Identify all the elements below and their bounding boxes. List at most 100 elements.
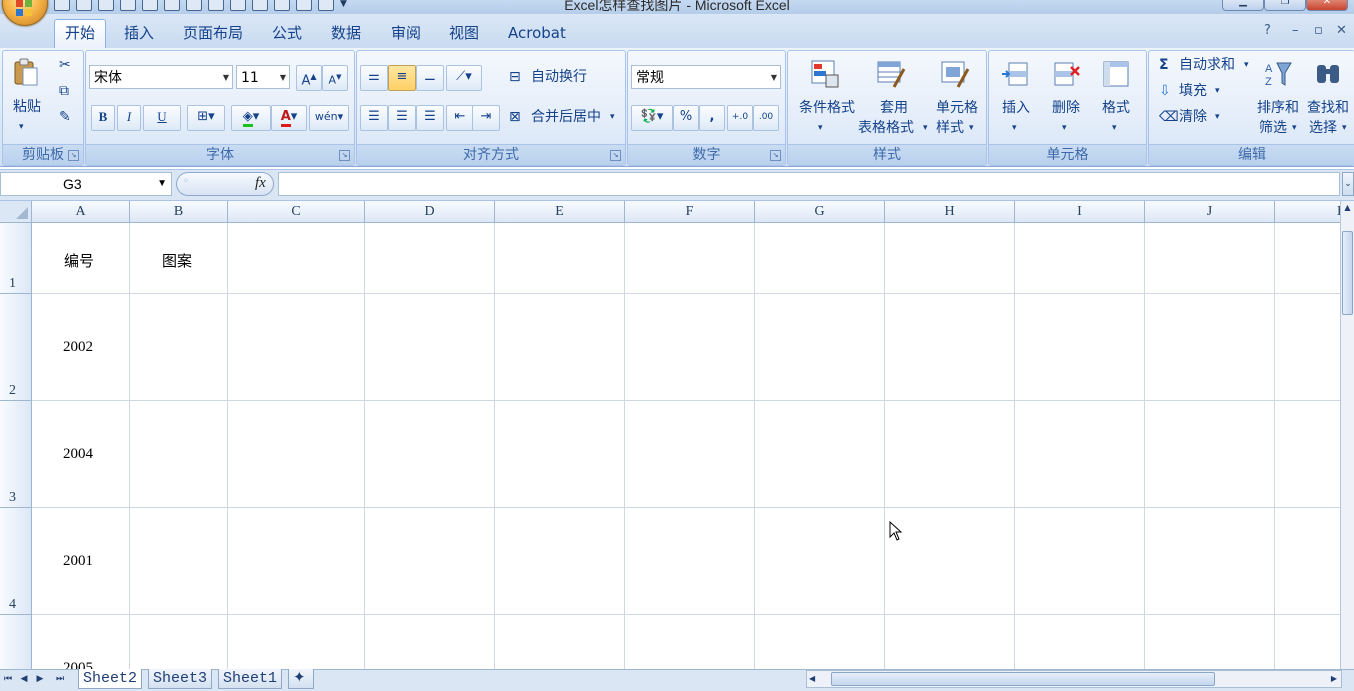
delete-cells-icon[interactable] <box>1051 59 1081 89</box>
workbook-restore-icon[interactable]: ▫ <box>1314 23 1323 38</box>
grow-font-button[interactable]: A▲ <box>296 65 322 91</box>
sigma-icon[interactable]: Σ <box>1159 55 1169 75</box>
alignment-launcher-icon[interactable]: ↘ <box>610 150 621 161</box>
conditional-format-icon[interactable] <box>810 59 840 89</box>
border-button[interactable]: ⊞▾ <box>187 105 225 131</box>
eraser-icon[interactable]: ⌫ <box>1159 107 1179 127</box>
workbook-close-icon[interactable]: ✕ <box>1336 23 1347 38</box>
delete-cells-button[interactable]: 删除 <box>1045 98 1087 118</box>
handle-icon[interactable]: ◦ <box>183 176 189 187</box>
align-left-button[interactable]: ☰ <box>360 105 388 131</box>
merge-center-button[interactable]: 合并后居中 <box>531 107 601 127</box>
shrink-font-button[interactable]: A▼ <box>322 65 348 91</box>
cell-a2[interactable]: 2002 <box>63 339 93 356</box>
paste-dropdown-icon[interactable]: ▾ <box>19 117 24 137</box>
tab-data[interactable]: 数据 <box>321 20 371 46</box>
number-format-select[interactable]: 常规 ▼ <box>631 65 781 89</box>
horizontal-scroll-thumb[interactable] <box>831 672 1215 686</box>
merge-center-icon[interactable]: ⊠ <box>509 107 521 127</box>
column-header-f[interactable]: F <box>625 201 755 223</box>
scroll-right-icon[interactable]: ▶ <box>1331 671 1337 687</box>
copy-icon[interactable]: ⧉ <box>59 81 69 101</box>
align-top-button[interactable]: ⚌ <box>360 65 388 91</box>
align-right-button[interactable]: ☰ <box>416 105 444 131</box>
sort-filter-icon[interactable]: A Z <box>1263 59 1293 89</box>
cell-styles-icon[interactable] <box>940 59 970 89</box>
orientation-button[interactable]: ⟋▾ <box>446 65 482 91</box>
align-middle-button[interactable]: ≡ <box>388 65 416 91</box>
last-sheet-icon[interactable]: ⏭ <box>54 671 66 687</box>
align-center-button[interactable]: ☰ <box>388 105 416 131</box>
tab-insert[interactable]: 插入 <box>114 20 164 46</box>
cell-a3[interactable]: 2004 <box>63 446 93 463</box>
insert-function-icon[interactable]: fx <box>255 175 266 192</box>
vertical-scrollbar[interactable]: ▲ <box>1340 201 1354 669</box>
tab-formulas[interactable]: 公式 <box>262 20 312 46</box>
paste-button[interactable]: 粘贴 <box>9 97 45 117</box>
next-sheet-icon[interactable]: ▶ <box>34 671 46 687</box>
format-as-table-button[interactable]: 套用 <box>872 98 916 118</box>
select-all-button[interactable] <box>0 201 32 223</box>
cell-styles-button[interactable]: 单元格 <box>932 98 982 118</box>
autosum-dropdown-icon[interactable]: ▾ <box>1244 55 1249 75</box>
tab-view[interactable]: 视图 <box>439 20 489 46</box>
row-header-5[interactable] <box>0 615 32 669</box>
find-select-button[interactable]: 查找和 <box>1305 98 1351 118</box>
clear-button[interactable]: 清除 <box>1179 107 1207 127</box>
italic-button[interactable]: I <box>117 105 141 131</box>
format-cells-button[interactable]: 格式 <box>1095 98 1137 118</box>
row-header-3[interactable]: 3 <box>0 401 32 508</box>
chevron-down-icon[interactable]: ▼ <box>157 173 167 195</box>
wrap-text-icon[interactable]: ⊟ <box>509 67 521 87</box>
fill-down-icon[interactable]: ⇩ <box>1159 81 1171 101</box>
underline-button[interactable]: U <box>143 105 181 131</box>
table-format-icon[interactable] <box>876 59 906 89</box>
cell-a4[interactable]: 2001 <box>63 553 93 570</box>
prev-sheet-icon[interactable]: ◀ <box>18 671 30 687</box>
name-box[interactable]: G3 ▼ <box>0 172 172 196</box>
wrap-text-button[interactable]: 自动换行 <box>531 67 587 87</box>
insert-cells-button[interactable]: 插入 <box>995 98 1037 118</box>
first-sheet-icon[interactable]: ⏮ <box>2 671 14 687</box>
column-header-c[interactable]: C <box>228 201 365 223</box>
column-header-b[interactable]: B <box>130 201 228 223</box>
decrease-decimal-button[interactable]: .00 <box>753 105 779 131</box>
font-launcher-icon[interactable]: ↘ <box>339 150 350 161</box>
column-header-j[interactable]: J <box>1145 201 1275 223</box>
insert-cells-icon[interactable] <box>1001 59 1031 89</box>
paste-icon[interactable] <box>11 57 41 87</box>
row-header-2[interactable]: 2 <box>0 294 32 401</box>
clear-dropdown-icon[interactable]: ▾ <box>1215 107 1220 127</box>
number-launcher-icon[interactable]: ↘ <box>770 150 781 161</box>
font-family-select[interactable]: 宋体 ▼ <box>89 65 233 89</box>
accounting-format-button[interactable]: 💱▾ <box>631 105 673 131</box>
cell-styles-label[interactable]: 样式 <box>936 118 964 138</box>
workbook-minimize-icon[interactable]: – <box>1292 23 1299 38</box>
expand-formula-icon[interactable]: ⌄ <box>1342 172 1354 196</box>
find-select-icon[interactable] <box>1313 59 1343 89</box>
cell-styles-dropdown-icon[interactable]: ▾ <box>969 118 974 138</box>
format-dropdown-icon[interactable]: ▾ <box>1112 118 1117 138</box>
phonetic-button[interactable]: wén▾ <box>309 105 349 131</box>
merge-dropdown-icon[interactable]: ▾ <box>610 107 615 127</box>
find-dropdown-icon[interactable]: ▾ <box>1342 118 1347 138</box>
align-bottom-button[interactable]: ⚊ <box>416 65 444 91</box>
cell-a1[interactable]: 编号 <box>64 250 94 271</box>
increase-indent-button[interactable]: ⇥ <box>472 105 500 131</box>
table-format-dropdown-icon[interactable]: ▾ <box>923 118 928 138</box>
tab-acrobat[interactable]: Acrobat <box>498 20 576 46</box>
formula-input[interactable] <box>278 172 1340 196</box>
cut-icon[interactable]: ✂ <box>59 55 71 75</box>
fill-dropdown-icon[interactable]: ▾ <box>1215 81 1220 101</box>
find-select-label[interactable]: 选择 <box>1309 118 1337 138</box>
column-header-i[interactable]: I <box>1015 201 1145 223</box>
minimize-window-icon[interactable]: ▁ <box>1222 0 1264 11</box>
cell-a5[interactable]: 2005 <box>63 660 93 669</box>
autosum-button[interactable]: 自动求和 <box>1179 55 1235 75</box>
scroll-left-icon[interactable]: ◀ <box>809 671 815 687</box>
comma-style-button[interactable]: , <box>699 105 725 131</box>
tab-review[interactable]: 审阅 <box>381 20 431 46</box>
format-painter-icon[interactable]: ✎ <box>59 107 71 127</box>
column-header-e[interactable]: E <box>495 201 625 223</box>
tab-home[interactable]: 开始 <box>54 19 107 49</box>
